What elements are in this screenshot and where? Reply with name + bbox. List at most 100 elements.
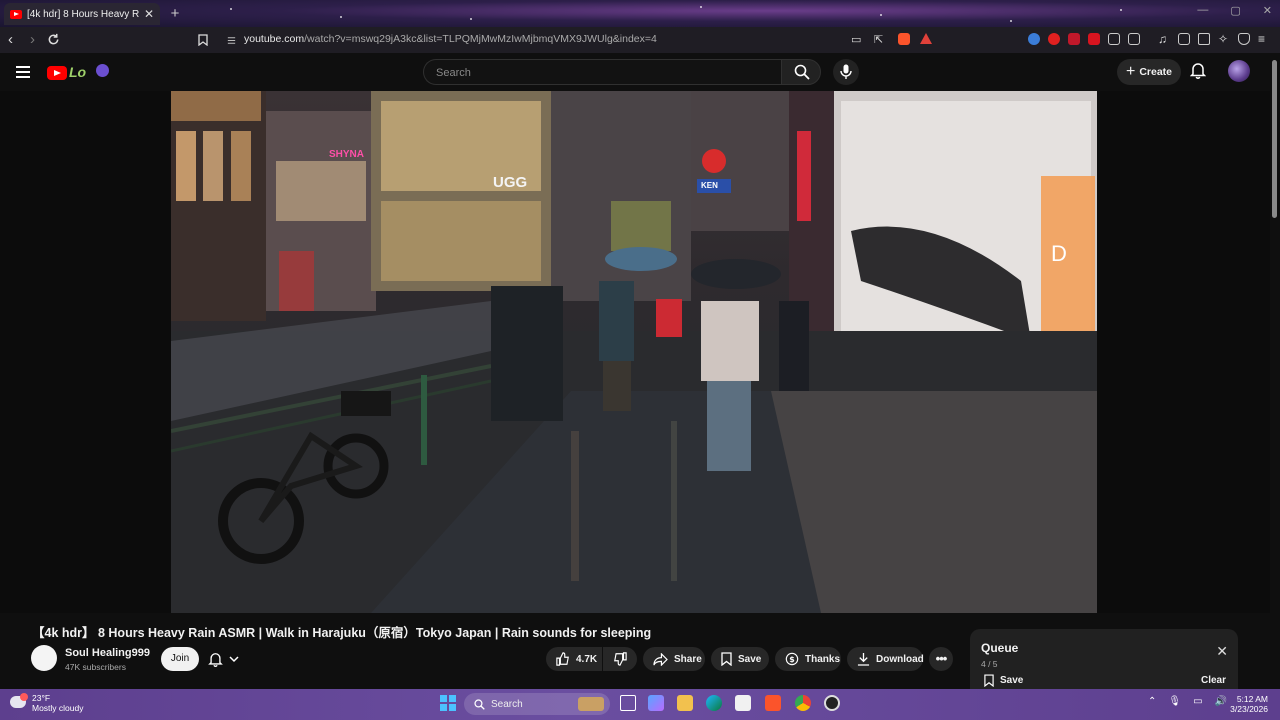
bell-icon	[208, 652, 223, 667]
brave-rewards-icon[interactable]	[920, 33, 932, 44]
site-settings-icon[interactable]	[226, 33, 237, 51]
thanks-label: Thanks	[805, 653, 841, 665]
save-label: Save	[738, 653, 762, 665]
taskbar-clock[interactable]: 5:12 AM 3/23/2026	[1222, 694, 1268, 714]
url-path: /watch?v=mswq29jA3kc&list=TLPQMjMwMzIwMj…	[304, 33, 657, 45]
notifications-bell-icon[interactable]	[1189, 62, 1210, 82]
plus-icon: +	[1125, 63, 1136, 80]
extensions-puzzle-icon[interactable]	[1108, 33, 1120, 45]
voice-search-button[interactable]	[833, 59, 859, 85]
queue-save-icon	[984, 674, 994, 687]
queue-save-button[interactable]: Save	[984, 674, 1023, 687]
youtube-logo[interactable]: Lo	[47, 64, 109, 82]
extension-youtube-icon[interactable]	[1048, 33, 1060, 45]
maximize-icon[interactable]: ▢	[1230, 4, 1240, 17]
new-tab-button[interactable]: +	[166, 5, 184, 23]
weather-widget[interactable]: 23°F Mostly cloudy	[10, 693, 84, 713]
extension-red2-icon[interactable]	[1088, 33, 1100, 45]
thumbs-down-icon	[614, 652, 627, 666]
channel-name[interactable]: Soul Healing999	[65, 647, 150, 659]
search-highlight-icon	[578, 697, 604, 711]
cast-icon[interactable]: ▭	[851, 27, 861, 53]
youtube-masthead: Lo + Create	[0, 53, 1280, 91]
video-title: 【4k hdr】 8 Hours Heavy Rain ASMR | Walk …	[32, 626, 652, 640]
minimize-icon[interactable]: —	[1197, 4, 1208, 17]
queue-position: 4 / 5	[981, 659, 998, 669]
brave-shields-icon[interactable]	[898, 33, 910, 45]
browser-tab-active[interactable]: [4k hdr] 8 Hours Heavy Rain ✕	[4, 3, 160, 25]
wallet-icon[interactable]	[1198, 33, 1210, 45]
extension-screenshot-icon[interactable]	[1128, 33, 1140, 45]
hamburger-menu-icon[interactable]	[16, 66, 30, 81]
queue-clear-button[interactable]: Clear	[1201, 675, 1226, 686]
url-text: youtube.com/watch?v=mswq29jA3kc&list=TLP…	[244, 33, 657, 45]
close-window-icon[interactable]: ✕	[1263, 4, 1272, 17]
weather-temperature: 23°F	[32, 693, 51, 703]
create-button[interactable]: + Create	[1117, 59, 1181, 85]
subscription-notification-button[interactable]	[208, 647, 254, 671]
more-actions-button[interactable]: •••	[929, 647, 953, 671]
dislike-button[interactable]	[603, 647, 637, 671]
queue-close-icon[interactable]: ✕	[1216, 643, 1228, 660]
share-button[interactable]: Share	[643, 647, 705, 671]
windows-taskbar	[0, 689, 1280, 720]
bookmark-icon[interactable]	[198, 27, 208, 53]
download-button[interactable]: Download	[847, 647, 924, 671]
brave-browser-icon[interactable]	[765, 695, 781, 711]
tray-overflow-chevron-icon[interactable]: ⌃	[1148, 696, 1156, 707]
youtube-favicon-icon	[10, 9, 22, 19]
search-box	[423, 59, 781, 86]
reload-icon[interactable]	[47, 27, 60, 53]
save-bookmark-icon	[721, 652, 732, 666]
logo-doodle-icon	[96, 64, 109, 77]
browser-menu-icon[interactable]: ≡	[1258, 33, 1270, 45]
download-label: Download	[876, 653, 924, 665]
app-pinned-icon[interactable]	[824, 695, 840, 711]
thanks-button[interactable]: $ Thanks	[775, 647, 841, 671]
search-icon	[794, 64, 810, 80]
thumbs-up-icon	[556, 652, 569, 666]
microphone-icon	[840, 64, 852, 79]
channel-avatar[interactable]	[31, 645, 57, 671]
like-button[interactable]: 4.7K	[546, 647, 602, 671]
network-icon[interactable]: ▭	[1193, 696, 1202, 707]
join-button[interactable]: Join	[161, 647, 199, 671]
queue-panel: Queue 4 / 5 ✕ Save Clear	[970, 629, 1238, 689]
share-label: Share	[674, 653, 702, 665]
back-icon[interactable]: ‹	[8, 27, 13, 53]
chrome-icon[interactable]	[795, 695, 811, 711]
copilot-icon[interactable]	[648, 695, 664, 711]
user-avatar[interactable]	[1228, 60, 1250, 82]
file-explorer-icon[interactable]	[677, 695, 693, 711]
chevron-down-icon	[229, 655, 239, 662]
address-bar[interactable]: youtube.com/watch?v=mswq29jA3kc&list=TLP…	[220, 30, 940, 50]
share-page-icon[interactable]: ⇱	[874, 27, 883, 53]
microsoft-store-icon[interactable]	[735, 695, 751, 711]
extension-red-icon[interactable]	[1068, 33, 1080, 45]
leo-ai-icon[interactable]: ✧	[1218, 33, 1230, 45]
windows-start-icon[interactable]	[440, 695, 456, 711]
search-button[interactable]	[781, 59, 821, 85]
search-input[interactable]	[434, 60, 768, 86]
tab-close-icon[interactable]: ✕	[144, 7, 154, 21]
weather-cloud-icon	[10, 693, 28, 708]
save-button[interactable]: Save	[711, 647, 769, 671]
forward-icon[interactable]: ›	[30, 27, 35, 53]
task-view-icon[interactable]	[620, 695, 636, 711]
taskbar-search-icon	[474, 698, 485, 710]
vpn-shield-icon[interactable]	[1238, 33, 1250, 45]
sidebar-icon[interactable]	[1178, 33, 1190, 45]
svg-text:$: $	[789, 655, 794, 664]
more-dots-icon: •••	[935, 651, 948, 666]
video-player[interactable]: UGG SHYNA KEN D	[171, 91, 1097, 613]
scene-sign-ugg: UGG	[493, 174, 528, 191]
microphone-tray-icon[interactable]: 🎙	[1168, 696, 1181, 707]
media-control-icon[interactable]: ♫	[1158, 33, 1170, 45]
edge-browser-icon[interactable]	[706, 695, 722, 711]
share-arrow-icon	[653, 652, 668, 666]
extension-blue-icon[interactable]	[1028, 33, 1040, 45]
weather-description: Mostly cloudy	[32, 703, 84, 713]
page-scrollbar-thumb[interactable]	[1272, 60, 1277, 218]
taskbar-search-box[interactable]: Search	[464, 693, 610, 715]
logo-doodle-text: Lo	[69, 64, 87, 80]
